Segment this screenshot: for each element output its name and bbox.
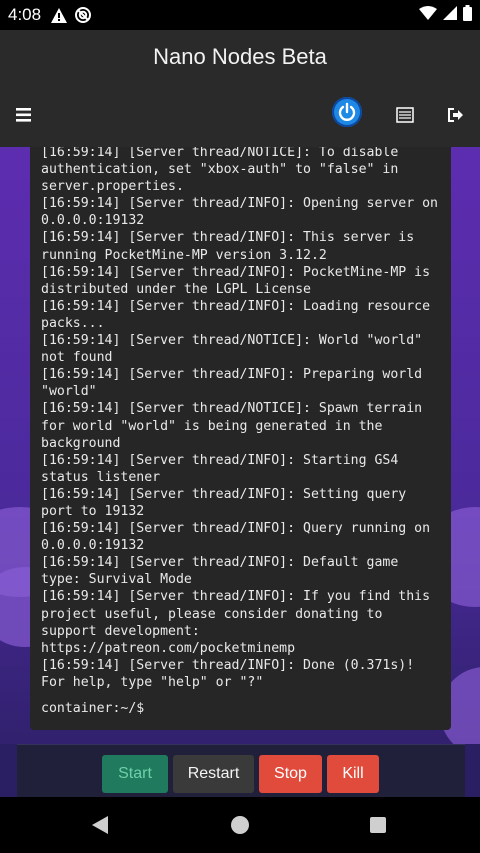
restart-button[interactable]: Restart <box>173 755 254 793</box>
console-prompt[interactable]: container:~/$ <box>41 701 144 716</box>
kill-button[interactable]: Kill <box>327 755 379 793</box>
server-actions-bar: Start Restart Stop Kill <box>0 744 480 797</box>
battery-icon <box>463 4 472 26</box>
power-icon[interactable] <box>332 97 362 127</box>
do-not-disturb-icon <box>75 7 92 23</box>
server-console[interactable]: [16:59:14] [Server thread/NOTICE]: To di… <box>30 147 451 730</box>
status-bar: 4:08 <box>0 0 480 30</box>
hamburger-menu-icon[interactable] <box>14 105 36 125</box>
logout-icon[interactable] <box>447 107 465 123</box>
recents-icon[interactable] <box>370 817 386 833</box>
wifi-icon <box>419 5 437 25</box>
alert-icon <box>51 7 68 23</box>
app-bar: Nano Nodes Beta <box>0 30 480 147</box>
start-button[interactable]: Start <box>102 755 168 793</box>
console-log: [16:59:14] [Server thread/NOTICE]: To di… <box>41 147 438 690</box>
signal-icon <box>443 5 457 25</box>
console-icon[interactable] <box>396 107 414 123</box>
stop-button[interactable]: Stop <box>259 755 322 793</box>
back-icon[interactable] <box>91 815 109 840</box>
app-title: Nano Nodes Beta <box>153 44 327 69</box>
status-time: 4:08 <box>8 5 42 24</box>
system-nav-bar <box>0 797 480 853</box>
home-icon[interactable] <box>231 816 249 834</box>
